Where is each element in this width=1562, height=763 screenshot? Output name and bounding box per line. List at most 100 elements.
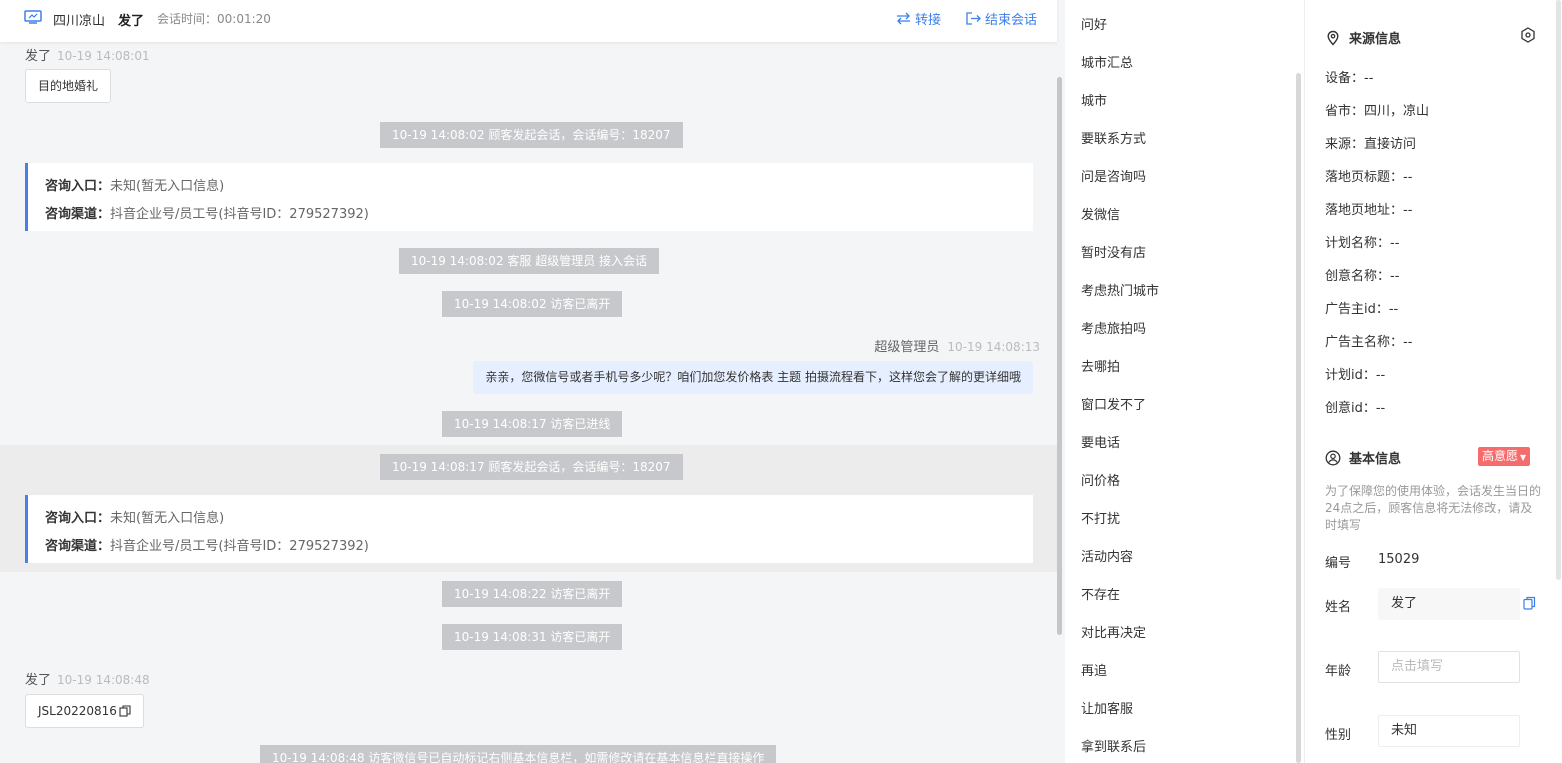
gender-select[interactable]: 未知	[1378, 715, 1520, 747]
source-landing-url: 落地页地址：--	[1325, 203, 1413, 218]
phrase-item[interactable]: 暂时没有店	[1081, 242, 1146, 261]
message-text: JSL20220816	[38, 704, 117, 718]
phrase-item[interactable]: 问价格	[1081, 470, 1120, 489]
quick-phrase-list: 问好 城市汇总 城市 要联系方式 问是咨询吗 发微信 暂时没有店 考虑热门城市 …	[1065, 0, 1305, 763]
visitor-info-panel: 来源信息 设备：-- 省市：四川，凉山 来源：直接访问 落地页标题：-- 落地页…	[1305, 0, 1562, 763]
source-plan-name: 计划名称：--	[1325, 236, 1400, 251]
end-session-button[interactable]: 结束会话	[966, 9, 1037, 28]
system-message: 10-19 14:08:31 访客已离开	[442, 624, 623, 650]
phrase-item[interactable]: 要联系方式	[1081, 128, 1146, 147]
entry-label: 咨询入口：	[45, 511, 111, 526]
phrase-item[interactable]: 要电话	[1081, 432, 1120, 451]
phrase-item[interactable]: 去哪拍	[1081, 356, 1120, 375]
source-province-city: 省市：四川，凉山	[1325, 104, 1430, 119]
chat-scrollbar[interactable]	[1057, 77, 1062, 635]
copy-icon[interactable]	[1523, 596, 1536, 610]
entry-value: 未知(暂无入口信息)	[110, 511, 225, 526]
system-message: 10-19 14:08:02 顾客发起会话，会话编号：18207	[380, 122, 683, 148]
consult-info-card: 咨询入口：未知(暂无入口信息) 咨询渠道：抖音企业号/员工号(抖音号ID：279…	[25, 163, 1033, 231]
gender-label: 性别	[1325, 728, 1352, 743]
phrase-item[interactable]: 再追	[1081, 660, 1107, 679]
info-scrollbar[interactable]	[1556, 0, 1561, 580]
settings-icon[interactable]	[1520, 27, 1536, 43]
age-input[interactable]: 点击填写	[1378, 651, 1520, 683]
entry-value: 未知(暂无入口信息)	[110, 179, 225, 194]
name-label: 姓名	[1325, 600, 1352, 615]
phrase-item[interactable]: 问是咨询吗	[1081, 166, 1146, 185]
session-time: 会话时间：00:01:20	[157, 12, 271, 26]
system-message: 10-19 14:08:48 访客微信号已自动标记右侧基本信息栏，如需修改请在基…	[260, 745, 777, 763]
end-session-label: 结束会话	[985, 13, 1038, 28]
phrase-item[interactable]: 问好	[1081, 14, 1107, 33]
message-meta: 发了 10-19 14:08:48	[25, 669, 150, 688]
phrase-item[interactable]: 不存在	[1081, 584, 1120, 603]
chat-panel: 四川凉山 发了 会话时间：00:01:20 转接 结束会话 发了 10-19 14…	[0, 0, 1065, 763]
basic-info-title: 基本信息	[1349, 452, 1402, 467]
phrase-item[interactable]: 活动内容	[1081, 546, 1133, 565]
channel-label: 咨询渠道：	[45, 207, 111, 222]
message-time: 10-19 14:08:13	[947, 340, 1040, 354]
intent-badge-label: 高意愿	[1482, 449, 1519, 463]
system-message: 10-19 14:08:02 客服 超级管理员 接入会话	[399, 248, 660, 274]
edit-notice: 为了保障您的使用体验，会话发生当日的24点之后，顾客信息将无法修改，请及时填写	[1325, 484, 1542, 532]
source-info-heading: 来源信息	[1325, 28, 1401, 47]
phrase-item[interactable]: 不打扰	[1081, 508, 1120, 527]
chat-header: 四川凉山 发了 会话时间：00:01:20 转接 结束会话	[0, 0, 1057, 42]
phrase-item[interactable]: 考虑旅拍吗	[1081, 318, 1146, 337]
message-time: 10-19 14:08:48	[57, 673, 150, 687]
source-advertiser-id: 广告主id：--	[1325, 302, 1399, 317]
intent-badge[interactable]: 高意愿 ▼	[1478, 447, 1531, 466]
phrase-item[interactable]: 考虑热门城市	[1081, 280, 1159, 299]
source-advertiser-name: 广告主名称：--	[1325, 335, 1413, 350]
phrase-item[interactable]: 发微信	[1081, 204, 1120, 223]
source-landing-title: 落地页标题：--	[1325, 170, 1413, 185]
basic-info-heading: 基本信息	[1325, 448, 1401, 467]
visitor-message: JSL20220816	[25, 694, 144, 728]
system-message: 10-19 14:08:22 访客已离开	[442, 581, 623, 607]
source-plan-id: 计划id：--	[1325, 368, 1386, 383]
caret-down-icon: ▼	[1520, 453, 1527, 462]
user-circle-icon	[1325, 450, 1341, 465]
message-time: 10-19 14:08:01	[57, 49, 150, 63]
id-value: 15029	[1378, 552, 1420, 567]
exit-icon	[966, 12, 981, 25]
phrase-item[interactable]: 城市	[1081, 90, 1107, 109]
channel-label: 咨询渠道：	[45, 539, 111, 554]
source-creative-id: 创意id：--	[1325, 401, 1386, 416]
channel-value: 抖音企业号/员工号(抖音号ID：279527392)	[110, 207, 369, 222]
consult-info-card: 咨询入口：未知(暂无入口信息) 咨询渠道：抖音企业号/员工号(抖音号ID：279…	[25, 495, 1033, 563]
system-message: 10-19 14:08:17 顾客发起会话，会话编号：18207	[380, 454, 683, 480]
phrase-scrollbar[interactable]	[1296, 73, 1301, 763]
visitor-location: 四川凉山	[53, 14, 106, 29]
phrase-item[interactable]: 拿到联系后	[1081, 736, 1146, 755]
phrase-item[interactable]: 让加客服	[1081, 698, 1133, 717]
source-device: 设备：--	[1325, 71, 1374, 86]
system-message: 10-19 14:08:17 访客已进线	[442, 411, 623, 437]
source-info-title: 来源信息	[1349, 32, 1402, 47]
message-meta: 发了 10-19 14:08:01	[25, 45, 150, 64]
sender-name: 发了	[25, 673, 52, 688]
channel-value: 抖音企业号/员工号(抖音号ID：279527392)	[110, 539, 369, 554]
name-field[interactable]: 发了	[1378, 588, 1520, 620]
agent-message-meta: 超级管理员 10-19 14:08:13	[874, 336, 1040, 355]
sender-name: 发了	[25, 49, 52, 64]
monitor-icon	[24, 10, 42, 24]
phrase-item[interactable]: 城市汇总	[1081, 52, 1133, 71]
transfer-icon	[897, 12, 910, 25]
visitor-message: 目的地婚礼	[25, 69, 112, 103]
visitor-name: 发了	[118, 14, 145, 29]
agent-message: 亲亲，您微信号或者手机号多少呢？咱们加您发价格表 主题 拍摄流程看下，这样您会了…	[473, 361, 1033, 394]
phrase-item[interactable]: 对比再决定	[1081, 622, 1146, 641]
transfer-label: 转接	[915, 13, 942, 28]
transfer-button[interactable]: 转接	[896, 9, 941, 28]
age-label: 年龄	[1325, 664, 1352, 679]
source-creative-name: 创意名称：--	[1325, 269, 1400, 284]
location-pin-icon	[1327, 30, 1339, 46]
phrase-item[interactable]: 窗口发不了	[1081, 394, 1146, 413]
entry-label: 咨询入口：	[45, 179, 111, 194]
id-label: 编号	[1325, 556, 1352, 571]
source-origin: 来源：直接访问	[1325, 137, 1417, 152]
copy-icon[interactable]	[119, 705, 131, 717]
agent-name: 超级管理员	[874, 340, 940, 355]
system-message: 10-19 14:08:02 访客已离开	[442, 291, 623, 317]
